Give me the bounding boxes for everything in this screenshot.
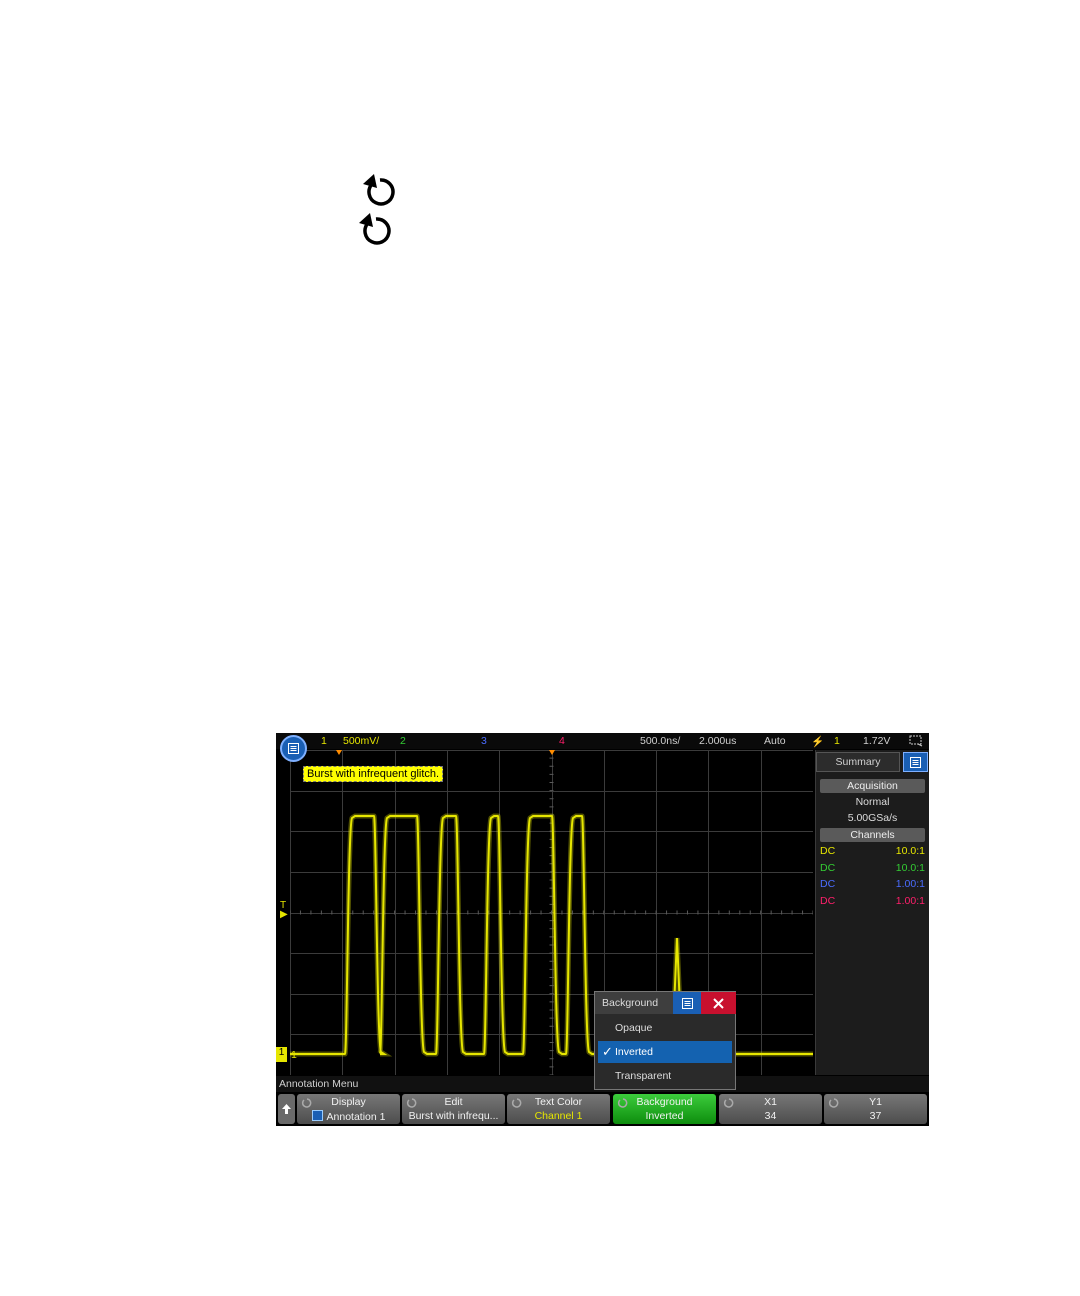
softkey-display[interactable]: Display Annotation 1 [297, 1094, 400, 1124]
rotate-knob-icon [359, 213, 391, 245]
trigger-level-label: T [280, 900, 287, 911]
side-panel: Summary Acquisition Normal 5.00GSa/s Cha… [815, 750, 929, 1075]
channel-row-4: DC 1.00:1 [820, 895, 925, 908]
status-bar: 1 500mV/ 2 3 4 500.0ns/ 2.000us Auto ⚡ 1… [276, 733, 929, 749]
trigger-level[interactable]: 1.72V [863, 735, 890, 747]
background-popup: Background Opaque ✓ Inverted Transparent [594, 991, 736, 1090]
popup-menu-button[interactable] [673, 992, 701, 1014]
timebase[interactable]: 500.0ns/ [640, 735, 680, 747]
channel-row-3: DC 1.00:1 [820, 878, 925, 891]
channel-row-2: DC 10.0:1 [820, 862, 925, 875]
option-transparent[interactable]: Transparent [598, 1065, 732, 1087]
summary-tab-label: Summary [835, 756, 881, 768]
sample-rate: 5.00GSa/s [847, 812, 898, 824]
softkey-edit[interactable]: Edit Burst with infrequ... [402, 1094, 505, 1124]
ch1-ground-marker: 1 [276, 1047, 287, 1062]
menu-icon [910, 756, 921, 768]
softkey-label: Edit [444, 1096, 463, 1108]
back-button[interactable] [278, 1094, 295, 1124]
softkey-y1[interactable]: Y1 37 [824, 1094, 927, 1124]
channel-probe-ratio: 1.00:1 [895, 894, 925, 907]
panel-menu-button[interactable] [903, 752, 928, 772]
close-icon [713, 997, 724, 1009]
softkey-value: Burst with infrequ... [408, 1110, 499, 1122]
trigger-position-marker [336, 750, 342, 755]
ch1-number[interactable]: 1 [321, 735, 327, 747]
oscilloscope-screen: 1 500mV/ 2 3 4 500.0ns/ 2.000us Auto ⚡ 1… [276, 733, 929, 1126]
delay-marker [549, 750, 555, 755]
channel-probe-ratio: 1.00:1 [895, 878, 925, 890]
main-menu-button[interactable] [280, 735, 307, 762]
ch4-number[interactable]: 4 [559, 735, 565, 747]
channels-header: Channels [820, 828, 925, 842]
popup-close-button[interactable] [701, 992, 736, 1014]
softkey-value: 37 [869, 1110, 882, 1122]
trigger-edge-icon: ⚡ [811, 736, 825, 748]
delay[interactable]: 2.000us [699, 735, 736, 747]
popup-title: Background [595, 992, 673, 1014]
option-opaque[interactable]: Opaque [598, 1017, 732, 1039]
softkey-label: Y1 [869, 1096, 882, 1108]
softkey-x1[interactable]: X1 34 [719, 1094, 822, 1124]
trigger-mode[interactable]: Auto [764, 735, 786, 747]
rotate-knob-icon [363, 174, 395, 206]
summary-tab[interactable]: Summary [816, 752, 900, 772]
screen-capture-icon[interactable] [909, 735, 923, 747]
option-label: Opaque [615, 1022, 653, 1034]
checkbox-icon [311, 1110, 323, 1121]
softkey-text-color[interactable]: Text Color Channel 1 [507, 1094, 610, 1124]
ch1-scale[interactable]: 500mV/ [343, 735, 379, 747]
menu-icon [288, 743, 299, 754]
acquisition-mode: Normal [855, 796, 890, 808]
softkey-value-text: Annotation 1 [326, 1111, 386, 1123]
channel-coupling: DC [820, 894, 836, 907]
softkey-background[interactable]: Background Inverted [613, 1094, 716, 1124]
up-arrow-icon [282, 1104, 291, 1114]
checkmark-icon: ✓ [602, 1044, 613, 1059]
softkey-label: Text Color [534, 1096, 583, 1108]
option-inverted[interactable]: ✓ Inverted [598, 1041, 732, 1063]
ch2-number[interactable]: 2 [400, 735, 406, 747]
trigger-level-marker: T ▶ [280, 900, 288, 920]
annotation-label[interactable]: Burst with infrequent glitch. [303, 766, 444, 782]
softkey-label: Background [636, 1096, 693, 1108]
channel-coupling: DC [820, 845, 836, 857]
softkey-value: Inverted [645, 1110, 684, 1122]
channel-probe-ratio: 10.0:1 [895, 861, 925, 874]
channel-probe-ratio: 10.0:1 [895, 845, 925, 857]
softkey-label: Display [331, 1096, 366, 1108]
ch1-ground-label: 1 [291, 1049, 297, 1061]
softkey-bar: Display Annotation 1 Edit Burst with infreq… [276, 1092, 929, 1126]
softkey-value: 34 [764, 1110, 777, 1122]
channel-coupling: DC [820, 861, 836, 874]
channel-coupling: DC [820, 878, 836, 890]
option-label: Inverted [615, 1046, 653, 1058]
ch3-number[interactable]: 3 [481, 735, 487, 747]
option-label: Transparent [615, 1070, 672, 1082]
menu-icon [681, 997, 693, 1009]
softkey-value: Channel 1 [534, 1110, 583, 1122]
softkey-value: Annotation 1 [297, 1110, 400, 1123]
trigger-source[interactable]: 1 [834, 735, 840, 747]
softkey-label: X1 [764, 1096, 777, 1108]
channel-row-1: DC 10.0:1 [820, 845, 925, 858]
acquisition-header: Acquisition [820, 779, 925, 793]
